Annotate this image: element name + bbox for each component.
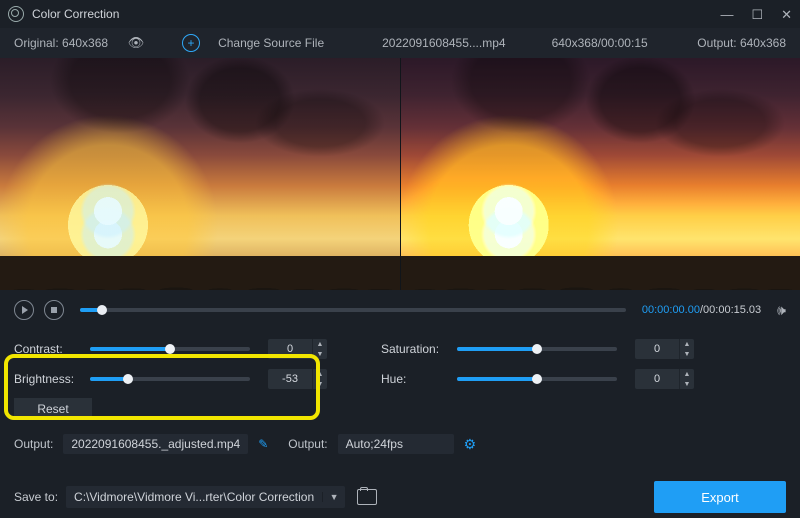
output-row: Output: 2022091608455._adjusted.mp4 ✎ Ou… <box>0 430 800 458</box>
hue-value-box[interactable]: 0 ▲▼ <box>635 369 694 389</box>
preview-original <box>0 58 401 290</box>
brightness-slider[interactable] <box>90 377 250 381</box>
saturation-slider[interactable] <box>457 347 617 351</box>
contrast-value: 0 <box>268 339 312 359</box>
app-icon <box>8 6 24 22</box>
footer: Save to: C:\Vidmore\Vidmore Vi...rter\Co… <box>0 476 800 518</box>
saturation-fill <box>457 347 537 351</box>
saturation-step-down[interactable]: ▼ <box>680 349 694 359</box>
output-format: Auto;24fps <box>338 434 454 454</box>
contrast-step-up[interactable]: ▲ <box>313 339 327 349</box>
hue-value: 0 <box>635 369 679 389</box>
saturation-knob[interactable] <box>532 344 542 354</box>
output-dimensions: Output: 640x368 <box>697 36 786 50</box>
source-dims-duration: 640x368/00:00:15 <box>552 36 648 50</box>
save-path-box[interactable]: C:\Vidmore\Vidmore Vi...rter\Color Corre… <box>66 486 345 508</box>
source-filename: 2022091608455....mp4 <box>382 36 505 50</box>
reset-button[interactable]: Reset <box>14 398 92 420</box>
output-label-1: Output: <box>14 437 53 451</box>
titlebar: Color Correction — ☐ ✕ <box>0 0 800 28</box>
edit-filename-icon[interactable]: ✎ <box>258 437 268 451</box>
saturation-label: Saturation: <box>381 342 447 356</box>
preview-adjusted <box>401 58 800 290</box>
seek-slider[interactable] <box>80 308 626 312</box>
contrast-slider[interactable] <box>90 347 250 351</box>
stop-button[interactable] <box>44 300 64 320</box>
save-to-label: Save to: <box>14 490 58 504</box>
time-current: 00:00:00.00 <box>642 304 700 316</box>
output-filename: 2022091608455._adjusted.mp4 <box>63 434 248 454</box>
brightness-value: -53 <box>268 369 312 389</box>
save-path: C:\Vidmore\Vidmore Vi...rter\Color Corre… <box>66 490 322 504</box>
playback-bar: 00:00:00.00/00:00:15.03 🕪 <box>0 290 800 330</box>
open-folder-icon[interactable] <box>357 489 377 505</box>
hue-step-up[interactable]: ▲ <box>680 369 694 379</box>
original-dimensions: Original: 640x368 <box>14 36 108 50</box>
hue-fill <box>457 377 537 381</box>
contrast-fill <box>90 347 170 351</box>
export-button[interactable]: Export <box>654 481 786 513</box>
hue-label: Hue: <box>381 372 447 386</box>
brightness-step-up[interactable]: ▲ <box>313 369 327 379</box>
volume-icon[interactable]: 🕪 <box>777 302 786 319</box>
close-button[interactable]: ✕ <box>781 8 792 21</box>
saturation-value: 0 <box>635 339 679 359</box>
preview-container <box>0 58 800 290</box>
window-title: Color Correction <box>32 7 119 21</box>
save-path-dropdown-icon[interactable]: ▼ <box>322 492 345 502</box>
window-controls: — ☐ ✕ <box>720 8 792 21</box>
saturation-value-box[interactable]: 0 ▲▼ <box>635 339 694 359</box>
contrast-knob[interactable] <box>165 344 175 354</box>
brightness-knob[interactable] <box>123 374 133 384</box>
brightness-label: Brightness: <box>14 372 80 386</box>
format-settings-icon[interactable]: ⚙ <box>464 436 477 453</box>
info-bar: Original: 640x368 👁 + Change Source File… <box>0 28 800 58</box>
seek-thumb[interactable] <box>97 305 107 315</box>
brightness-value-box[interactable]: -53 ▲▼ <box>268 369 327 389</box>
saturation-step-up[interactable]: ▲ <box>680 339 694 349</box>
time-display: 00:00:00.00/00:00:15.03 <box>642 304 761 316</box>
time-total: 00:00:15.03 <box>703 304 761 316</box>
change-source-button[interactable]: Change Source File <box>218 36 324 50</box>
contrast-value-box[interactable]: 0 ▲▼ <box>268 339 327 359</box>
brightness-step-down[interactable]: ▼ <box>313 379 327 389</box>
add-source-icon[interactable]: + <box>182 34 200 52</box>
hue-slider[interactable] <box>457 377 617 381</box>
hue-step-down[interactable]: ▼ <box>680 379 694 389</box>
maximize-button[interactable]: ☐ <box>751 8 763 21</box>
minimize-button[interactable]: — <box>720 8 733 21</box>
hue-knob[interactable] <box>532 374 542 384</box>
contrast-step-down[interactable]: ▼ <box>313 349 327 359</box>
output-label-2: Output: <box>288 437 327 451</box>
contrast-label: Contrast: <box>14 342 80 356</box>
play-button[interactable] <box>14 300 34 320</box>
preview-toggle-icon[interactable]: 👁 <box>126 35 146 51</box>
adjustment-panel: Contrast: 0 ▲▼ Saturation: 0 ▲▼ Brightne… <box>0 330 800 426</box>
